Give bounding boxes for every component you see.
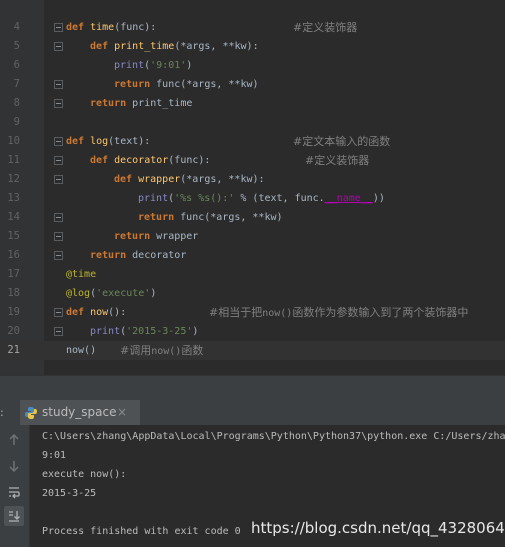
line-number: 19 bbox=[7, 306, 20, 318]
code-line-4[interactable]: 4 def time(func): #定义装饰器 bbox=[0, 18, 505, 37]
code-text: now() bbox=[66, 345, 97, 356]
code-line-19[interactable]: 19 def now(): #相当于把now()函数作为参数输入到了两个装饰器中 bbox=[0, 303, 505, 322]
code-line-21[interactable]: 21 now() #调用now()函数 bbox=[0, 341, 505, 360]
console-line: C:\Users\zhang\AppData\Local\Programs\Py… bbox=[42, 431, 505, 442]
code-editor[interactable]: 4 def time(func): #定义装饰器 5 def print_tim… bbox=[0, 0, 505, 375]
console-line: Process finished with exit code 0 bbox=[42, 526, 241, 537]
code-text: def decorator(func): bbox=[90, 155, 211, 166]
fold-marker-icon[interactable] bbox=[54, 308, 63, 317]
panel-splitter[interactable] bbox=[0, 375, 505, 401]
console-line: execute now(): bbox=[42, 469, 127, 480]
tab-label: study_space bbox=[42, 405, 117, 419]
line-number: 13 bbox=[7, 192, 20, 204]
code-line-8[interactable]: 8 return print_time bbox=[0, 94, 505, 113]
code-text: return func(*args, **kw) bbox=[138, 212, 283, 223]
line-number: 9 bbox=[13, 116, 20, 128]
code-line-5[interactable]: 5 def print_time(*args, **kw): bbox=[0, 37, 505, 56]
soft-wrap-icon[interactable] bbox=[4, 482, 24, 502]
code-text: return decorator bbox=[90, 250, 187, 261]
more-tabs-indicator[interactable]: : bbox=[0, 406, 4, 419]
code-line-12[interactable]: 12 def wrapper(*args, **kw): bbox=[0, 170, 505, 189]
fold-marker-icon[interactable] bbox=[54, 42, 63, 51]
fold-marker-icon[interactable] bbox=[54, 251, 63, 260]
line-number: 14 bbox=[7, 211, 20, 223]
fold-marker-icon[interactable] bbox=[54, 156, 63, 165]
fold-marker-icon[interactable] bbox=[54, 232, 63, 241]
code-line-18[interactable]: 18 @log('execute') bbox=[0, 284, 505, 303]
code-line-20[interactable]: 20 print('2015-3-25') bbox=[0, 322, 505, 341]
line-number: 20 bbox=[7, 325, 20, 337]
fold-marker-icon[interactable] bbox=[54, 137, 63, 146]
line-number: 18 bbox=[7, 287, 20, 299]
watermark: https://blog.csdn.net/qq_43280644 bbox=[251, 519, 505, 537]
line-number: 4 bbox=[13, 21, 20, 33]
code-comment: #定文本输入的函数 bbox=[293, 135, 391, 148]
code-text: def now(): bbox=[66, 307, 127, 318]
code-line-13[interactable]: 13 print('%s %s():' % (text, func.__name… bbox=[0, 189, 505, 208]
code-text: print('%s %s():' % (text, func.__name__)… bbox=[138, 193, 385, 204]
fold-marker-icon[interactable] bbox=[54, 213, 63, 222]
line-number: 7 bbox=[13, 78, 20, 90]
python-icon bbox=[24, 405, 38, 419]
line-number: 5 bbox=[13, 40, 20, 52]
code-line-14[interactable]: 14 return func(*args, **kw) bbox=[0, 208, 505, 227]
code-text: print('9:01') bbox=[114, 60, 193, 71]
code-comment: #定义装饰器 bbox=[293, 21, 358, 34]
run-tool-window-header: : study_space × bbox=[0, 400, 505, 426]
code-text: def time(func): bbox=[66, 22, 157, 33]
fold-marker-icon[interactable] bbox=[54, 99, 63, 108]
code-line-15[interactable]: 15 return wrapper bbox=[0, 227, 505, 246]
tab-study-space[interactable]: study_space × bbox=[20, 400, 140, 425]
code-line-10[interactable]: 10 def log(text): #定文本输入的函数 bbox=[0, 132, 505, 151]
scroll-to-end-icon[interactable] bbox=[4, 506, 24, 526]
line-number: 8 bbox=[13, 97, 20, 109]
code-line-6[interactable]: 6 print('9:01') bbox=[0, 56, 505, 75]
close-icon[interactable]: × bbox=[117, 405, 127, 419]
fold-marker-icon[interactable] bbox=[54, 23, 63, 32]
arrow-up-icon[interactable] bbox=[4, 430, 24, 450]
line-number: 10 bbox=[7, 135, 20, 147]
code-line-16[interactable]: 16 return decorator bbox=[0, 246, 505, 265]
line-number: 11 bbox=[7, 154, 20, 166]
line-number: 6 bbox=[13, 59, 20, 71]
code-line-7[interactable]: 7 return func(*args, **kw) bbox=[0, 75, 505, 94]
code-comment: #定义装饰器 bbox=[305, 154, 370, 167]
code-line-17[interactable]: 17 @time bbox=[0, 265, 505, 284]
code-comment: #调用now()函数 bbox=[120, 344, 204, 357]
line-number: 15 bbox=[7, 230, 20, 242]
fold-marker-icon[interactable] bbox=[54, 175, 63, 184]
code-comment: #相当于把now()函数作为参数输入到了两个装饰器中 bbox=[209, 306, 469, 319]
line-number: 16 bbox=[7, 249, 20, 261]
code-text: print('2015-3-25') bbox=[90, 326, 199, 337]
line-number: 12 bbox=[7, 173, 20, 185]
line-number: 21 bbox=[7, 344, 20, 356]
code-text: return wrapper bbox=[114, 231, 199, 242]
code-text: @time bbox=[66, 269, 97, 280]
code-line-11[interactable]: 11 def decorator(func): #定义装饰器 bbox=[0, 151, 505, 170]
console-line: 2015-3-25 bbox=[42, 488, 97, 499]
line-number: 17 bbox=[7, 268, 20, 280]
fold-marker-icon[interactable] bbox=[54, 80, 63, 89]
code-text: return func(*args, **kw) bbox=[114, 79, 259, 90]
code-text: def wrapper(*args, **kw): bbox=[114, 174, 265, 185]
code-text: def log(text): bbox=[66, 136, 151, 147]
arrow-down-icon[interactable] bbox=[4, 456, 24, 476]
code-text: def print_time(*args, **kw): bbox=[90, 41, 259, 52]
code-line-9[interactable]: 9 bbox=[0, 113, 505, 132]
console-line: 9:01 bbox=[42, 450, 67, 461]
code-text: @log('execute') bbox=[66, 288, 157, 299]
run-toolbar bbox=[0, 425, 30, 547]
code-text: return print_time bbox=[90, 98, 193, 109]
fold-marker-icon[interactable] bbox=[54, 327, 63, 336]
